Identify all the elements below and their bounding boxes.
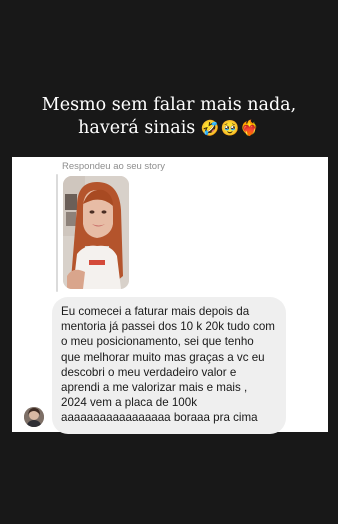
sender-avatar[interactable]: [24, 407, 44, 427]
received-message-bubble: Eu comecei a faturar mais depois da ment…: [52, 297, 286, 434]
avatar-photo: [24, 407, 44, 427]
story-caption: Mesmo sem falar mais nada, haverá sinais…: [0, 94, 338, 140]
story-thumbnail[interactable]: [63, 176, 129, 289]
reply-indicator-bar: [56, 174, 58, 292]
caption-emojis: 🤣🥹❤️‍🔥: [200, 119, 260, 137]
story-photo: [63, 176, 129, 289]
replied-to-story-label: Respondeu ao seu story: [62, 161, 165, 172]
dm-screenshot-panel: Respondeu ao seu story Eu comecei a fatu…: [12, 157, 328, 434]
